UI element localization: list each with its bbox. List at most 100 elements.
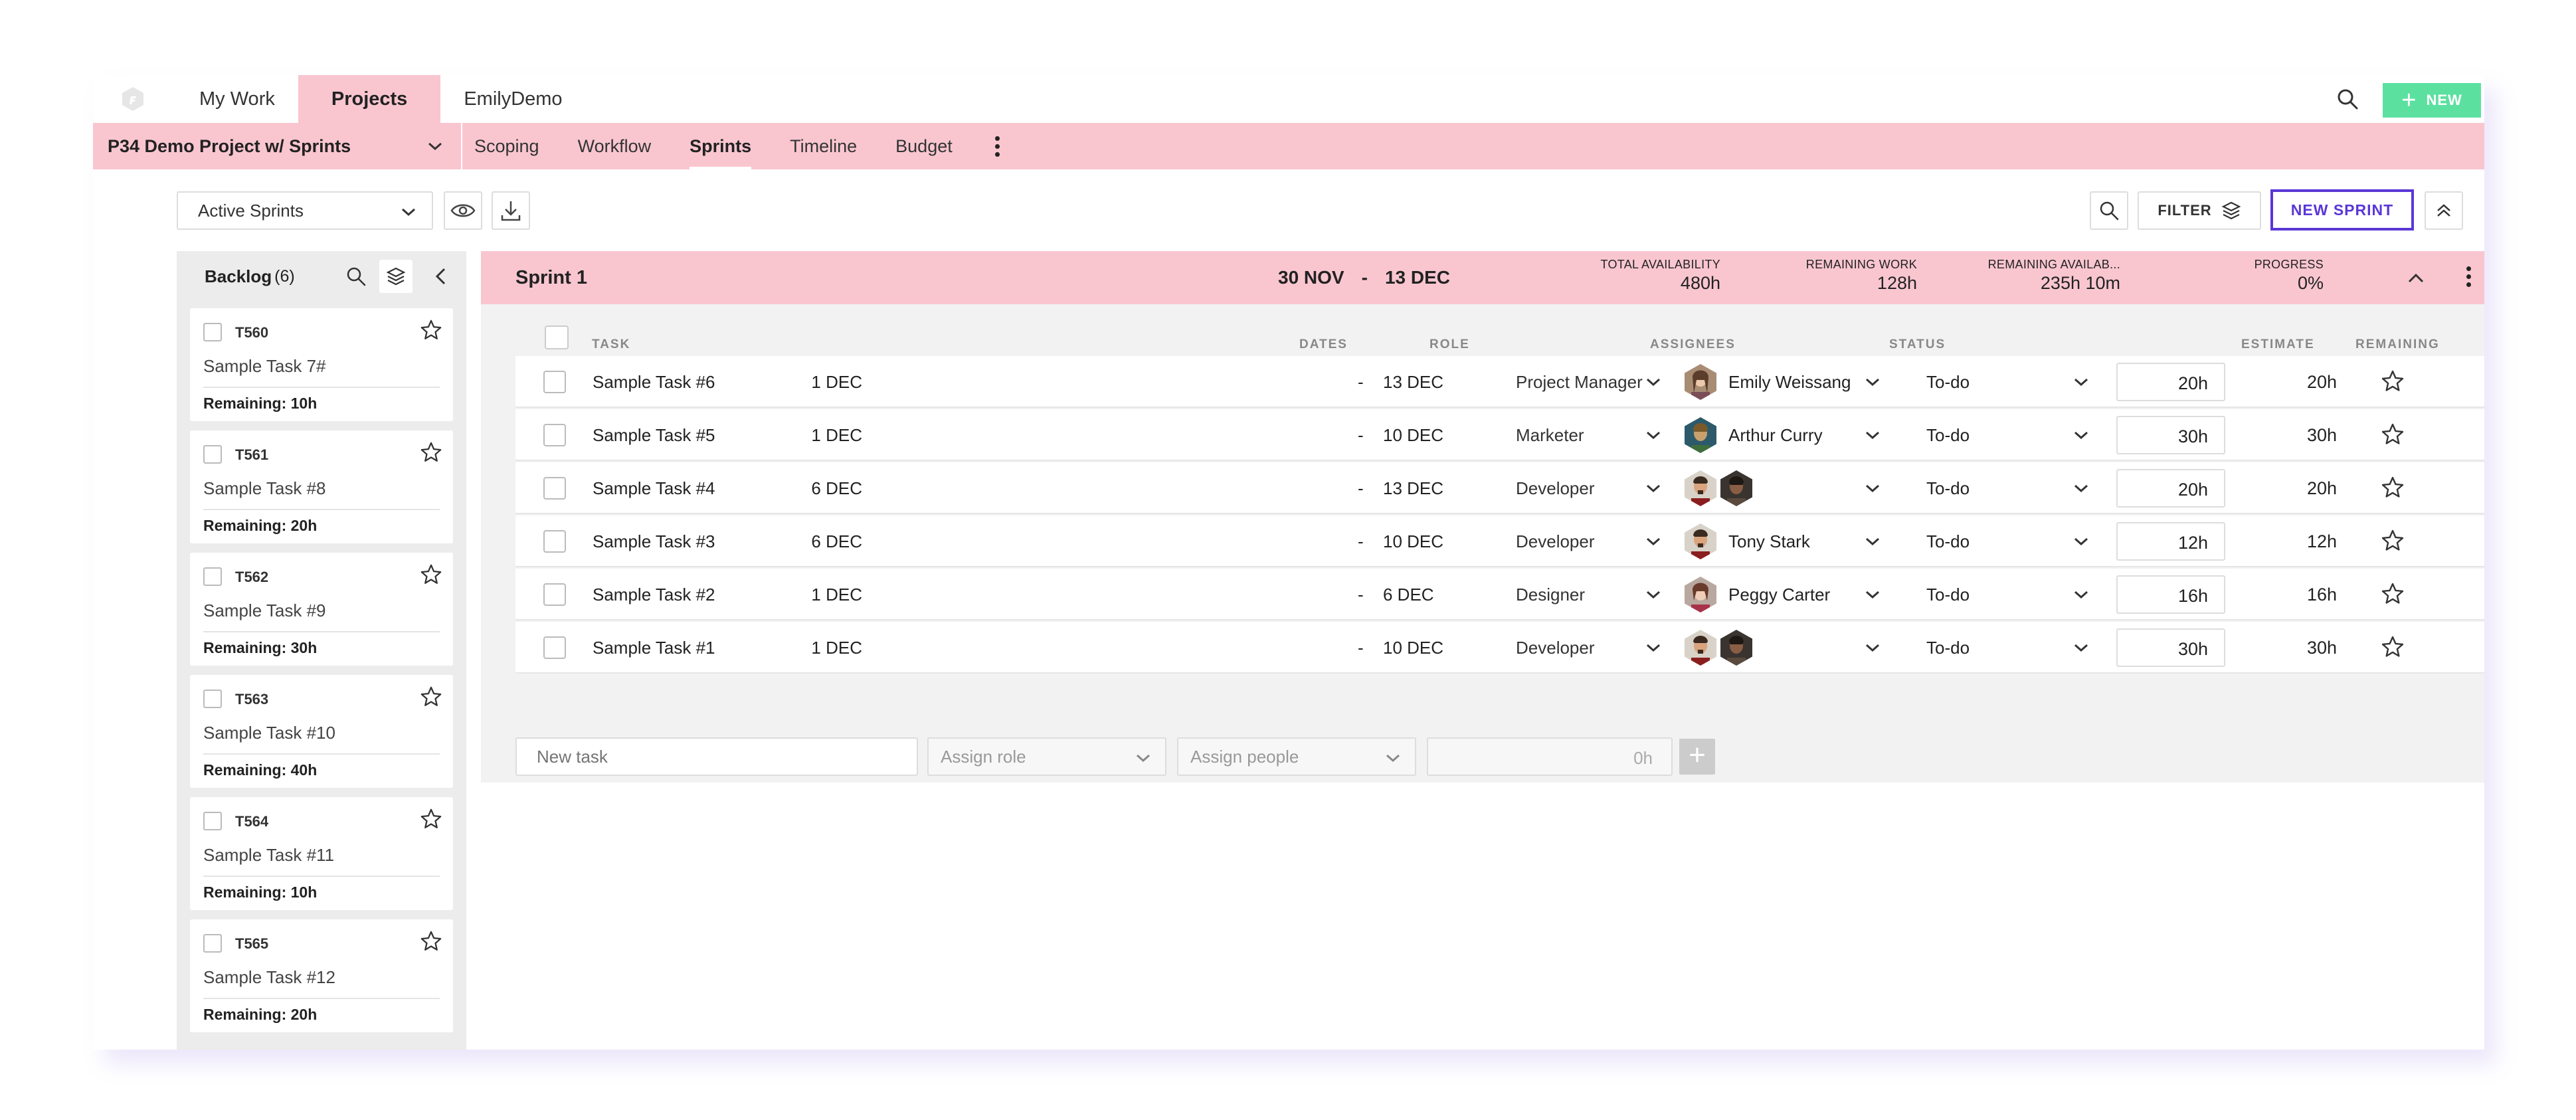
assignee-avatars[interactable] <box>1685 630 1752 666</box>
task-name[interactable]: Sample Task #3 <box>593 531 715 552</box>
chevron-down-icon[interactable] <box>1645 426 1662 444</box>
star-icon[interactable] <box>2381 422 2405 446</box>
backlog-card[interactable]: T564 Sample Task #11 Remaining: 10h <box>190 797 453 910</box>
star-icon[interactable] <box>420 808 442 830</box>
star-icon[interactable] <box>2381 529 2405 553</box>
assignee-avatars[interactable] <box>1685 417 1716 453</box>
estimate-input[interactable]: 30h <box>2116 416 2225 454</box>
card-checkbox[interactable] <box>203 323 222 341</box>
logo-icon[interactable] <box>120 86 146 112</box>
star-icon[interactable] <box>420 686 442 708</box>
more-tabs-icon[interactable] <box>991 133 1004 159</box>
task-name[interactable]: Sample Task #5 <box>593 425 715 446</box>
row-checkbox[interactable] <box>543 424 566 446</box>
task-end-date[interactable]: 6 DEC <box>1383 585 1434 605</box>
card-checkbox[interactable] <box>203 567 222 586</box>
chevron-down-icon[interactable] <box>1864 426 1881 444</box>
task-row[interactable]: Sample Task #2 1 DEC - 6 DEC Designer Pe… <box>515 569 2484 620</box>
new-task-hours-input[interactable]: 0h <box>1427 737 1673 776</box>
estimate-input[interactable]: 16h <box>2116 575 2225 614</box>
task-start-date[interactable]: 1 DEC <box>811 372 862 393</box>
backlog-card[interactable]: T560 Sample Task 7# Remaining: 10h <box>190 308 453 421</box>
chevron-down-icon[interactable] <box>1864 373 1881 391</box>
task-row[interactable]: Sample Task #3 6 DEC - 10 DEC Developer … <box>515 515 2484 567</box>
tab-scoping[interactable]: Scoping <box>474 123 539 169</box>
backlog-card[interactable]: T565 Sample Task #12 Remaining: 20h <box>190 919 453 1032</box>
new-task-input[interactable] <box>515 737 918 776</box>
task-status[interactable]: To-do <box>1926 531 1970 552</box>
add-task-button[interactable]: + <box>1679 739 1715 775</box>
visibility-button[interactable] <box>444 191 482 230</box>
chevron-up-icon[interactable] <box>2406 268 2426 288</box>
card-checkbox[interactable] <box>203 445 222 464</box>
task-row[interactable]: Sample Task #5 1 DEC - 10 DEC Marketer A… <box>515 409 2484 461</box>
backlog-card[interactable]: T563 Sample Task #10 Remaining: 40h <box>190 675 453 788</box>
task-name[interactable]: Sample Task #6 <box>593 372 715 393</box>
task-end-date[interactable]: 10 DEC <box>1383 425 1443 446</box>
task-role[interactable]: Project Manager <box>1516 372 1643 393</box>
task-status[interactable]: To-do <box>1926 585 1970 605</box>
task-role[interactable]: Developer <box>1516 638 1595 658</box>
task-start-date[interactable]: 1 DEC <box>811 585 862 605</box>
project-select[interactable]: P34 Demo Project w/ Sprints <box>93 123 462 169</box>
assignee-avatars[interactable] <box>1685 523 1716 559</box>
task-status[interactable]: To-do <box>1926 478 1970 499</box>
star-icon[interactable] <box>420 563 442 586</box>
task-name[interactable]: Sample Task #2 <box>593 585 715 605</box>
card-checkbox[interactable] <box>203 812 222 830</box>
backlog-layers-icon[interactable] <box>379 260 413 293</box>
assignee-avatars[interactable] <box>1685 577 1716 612</box>
estimate-input[interactable]: 20h <box>2116 469 2225 508</box>
backlog-card[interactable]: T562 Sample Task #9 Remaining: 30h <box>190 553 453 666</box>
chevron-down-icon[interactable] <box>2072 639 2090 656</box>
chevron-down-icon[interactable] <box>1645 480 1662 497</box>
task-row[interactable]: Sample Task #1 1 DEC - 10 DEC Developer … <box>515 622 2484 674</box>
download-button[interactable] <box>492 191 530 230</box>
chevron-down-icon[interactable] <box>2072 373 2090 391</box>
sprint-header[interactable]: Sprint 1 30 NOV - 13 DEC TOTAL AVAILABIL… <box>481 251 2484 304</box>
chevron-down-icon[interactable] <box>2072 586 2090 603</box>
star-icon[interactable] <box>420 441 442 464</box>
chevron-down-icon[interactable] <box>1864 639 1881 656</box>
nav-projects[interactable]: Projects <box>298 75 441 123</box>
task-role[interactable]: Developer <box>1516 531 1595 552</box>
sprint-more-icon[interactable] <box>2462 263 2475 290</box>
tab-sprints[interactable]: Sprints <box>690 123 752 169</box>
star-icon[interactable] <box>2381 476 2405 500</box>
task-start-date[interactable]: 1 DEC <box>811 425 862 446</box>
estimate-input[interactable]: 12h <box>2116 522 2225 561</box>
star-icon[interactable] <box>420 319 442 341</box>
estimate-input[interactable]: 30h <box>2116 628 2225 667</box>
nav-emilydemo[interactable]: EmilyDemo <box>440 75 585 123</box>
chevron-down-icon[interactable] <box>1864 586 1881 603</box>
filter-button[interactable]: FILTER <box>2138 191 2261 230</box>
task-end-date[interactable]: 13 DEC <box>1383 478 1443 499</box>
search-icon[interactable] <box>2336 87 2359 111</box>
star-icon[interactable] <box>2381 635 2405 659</box>
task-row[interactable]: Sample Task #4 6 DEC - 13 DEC Developer … <box>515 462 2484 514</box>
chevron-down-icon[interactable] <box>1645 639 1662 656</box>
chevron-down-icon[interactable] <box>1645 373 1662 391</box>
estimate-input[interactable]: 20h <box>2116 363 2225 401</box>
chevron-down-icon[interactable] <box>1864 533 1881 550</box>
task-name[interactable]: Sample Task #1 <box>593 638 715 658</box>
row-checkbox[interactable] <box>543 636 566 659</box>
star-icon[interactable] <box>2381 582 2405 606</box>
chevron-down-icon[interactable] <box>2072 480 2090 497</box>
task-status[interactable]: To-do <box>1926 638 1970 658</box>
task-status[interactable]: To-do <box>1926 372 1970 393</box>
task-start-date[interactable]: 1 DEC <box>811 638 862 658</box>
task-role[interactable]: Marketer <box>1516 425 1584 446</box>
nav-my-work[interactable]: My Work <box>176 75 298 123</box>
tab-workflow[interactable]: Workflow <box>578 123 652 169</box>
task-status[interactable]: To-do <box>1926 425 1970 446</box>
row-checkbox[interactable] <box>543 583 566 606</box>
sprint-filter-select[interactable]: Active Sprints <box>177 191 433 230</box>
assignee-avatars[interactable] <box>1685 470 1752 506</box>
new-sprint-button[interactable]: NEW SPRINT <box>2270 189 2414 231</box>
task-end-date[interactable]: 13 DEC <box>1383 372 1443 393</box>
task-row[interactable]: Sample Task #6 1 DEC - 13 DEC Project Ma… <box>515 356 2484 408</box>
assignee-avatars[interactable] <box>1685 364 1716 400</box>
chevron-down-icon[interactable] <box>1645 533 1662 550</box>
task-name[interactable]: Sample Task #4 <box>593 478 715 499</box>
